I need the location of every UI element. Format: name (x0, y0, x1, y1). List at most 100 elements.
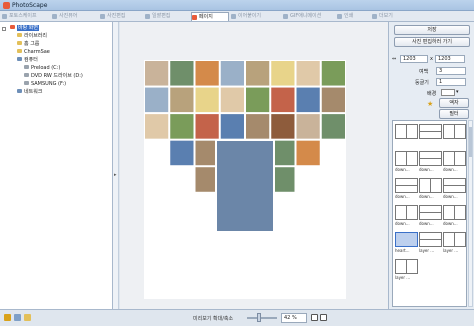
photo-tile[interactable] (296, 140, 320, 166)
margin-field[interactable]: 3 (436, 67, 466, 75)
layout-label: heart... (395, 248, 410, 253)
photo-tile[interactable] (321, 61, 345, 86)
fit-icon[interactable] (311, 314, 318, 321)
photo-tile[interactable] (296, 87, 320, 113)
layout-thumbnail[interactable]: layer ... (395, 259, 418, 281)
status-bar: 미리보기 확대/축소 42 % (0, 309, 474, 326)
width-field[interactable]: 1203 (400, 55, 428, 63)
tree-item[interactable]: 컴퓨터 (17, 57, 38, 64)
tab-6[interactable]: 이어붙이기 (231, 12, 281, 21)
layout-template-list[interactable]: down... down... down... down... down... down.… (392, 120, 467, 307)
main-photo-tile[interactable] (215, 139, 275, 233)
tab-7[interactable]: GIF애니메이션 (283, 12, 335, 21)
photo-tile[interactable] (170, 114, 194, 139)
layout-thumbnail[interactable]: down... (443, 205, 466, 227)
layout-thumbnail[interactable] (419, 124, 442, 146)
photo-tile[interactable] (321, 114, 345, 139)
tab-label: 사진뷰어 (59, 13, 78, 19)
photo-tile[interactable] (271, 114, 295, 139)
photo-tile[interactable] (170, 140, 194, 166)
layout-preview (395, 205, 418, 220)
layout-scrollbar[interactable] (468, 120, 473, 307)
folder-icon[interactable] (24, 314, 31, 321)
heart-photo-collage[interactable] (144, 60, 346, 299)
photo-tile[interactable] (321, 87, 345, 113)
layout-preview (419, 178, 442, 193)
collapse-arrow-icon[interactable]: ▸ (114, 172, 117, 178)
chevron-down-icon[interactable]: ▾ (456, 89, 459, 95)
photo-tile[interactable] (145, 114, 169, 139)
photo-tile[interactable] (170, 61, 194, 86)
layout-thumbnail[interactable]: down... (395, 151, 418, 173)
photo-tile[interactable] (271, 61, 295, 86)
layout-label: layer ... (419, 248, 435, 253)
tab-1[interactable]: 포토스케이프 (2, 12, 50, 21)
tree-item[interactable]: DVD RW 드라이브 (D:) (24, 73, 83, 80)
layout-thumbnail[interactable]: down... (419, 151, 442, 173)
photo-tile[interactable] (195, 114, 219, 139)
layout-preview (395, 124, 418, 139)
pane-splitter[interactable]: ▸ (113, 22, 119, 312)
photo-tile[interactable] (220, 87, 244, 113)
photo-tile[interactable] (195, 87, 219, 113)
zoom-slider[interactable] (247, 317, 277, 319)
zoom-slider-thumb[interactable] (257, 313, 261, 322)
photo-tile[interactable] (195, 61, 219, 86)
layout-thumbnail[interactable]: heart... (395, 232, 418, 254)
height-field[interactable]: 1203 (435, 55, 465, 63)
tree-item[interactable]: Preload (C:) (24, 65, 60, 72)
layout-thumbnail[interactable]: layer ... (443, 232, 466, 254)
tab-2[interactable]: 사진뷰어 (52, 12, 98, 21)
layout-thumbnail[interactable] (395, 124, 418, 146)
tree-item[interactable]: 네트워크 (17, 89, 42, 96)
photo-tile[interactable] (296, 114, 320, 139)
filter-button[interactable]: 필터 (439, 109, 469, 119)
layout-label: layer ... (395, 275, 411, 280)
tab-5[interactable]: 페이지 (191, 12, 229, 21)
star-icon[interactable] (4, 314, 11, 321)
layout-thumbnail[interactable]: down... (395, 205, 418, 227)
photo-tile[interactable] (170, 87, 194, 113)
times-sign: x (430, 56, 433, 62)
photo-tile[interactable] (220, 114, 244, 139)
tree-item-label: SAMSUNG (F:) (31, 81, 67, 87)
tab-8[interactable]: 인쇄 (337, 12, 370, 21)
tree-item[interactable]: 라이브러리 (17, 33, 47, 40)
layout-thumbnail[interactable]: down... (443, 178, 466, 200)
tab-4[interactable]: 일괄편집 (145, 12, 189, 21)
layout-thumbnail[interactable]: layer ... (419, 232, 442, 254)
tree-item-label: 바탕 화면 (17, 25, 39, 31)
save-button[interactable]: 저장 (394, 25, 470, 35)
scrollbar-thumb[interactable] (469, 127, 472, 157)
tab-3[interactable]: 사진편집 (100, 12, 143, 21)
background-color-swatch[interactable] (441, 89, 455, 96)
frame-button[interactable]: 액자 (439, 98, 469, 108)
actual-size-icon[interactable] (320, 314, 327, 321)
layout-thumbnail[interactable]: down... (443, 151, 466, 173)
refresh-icon[interactable] (14, 314, 21, 321)
collapse-icon[interactable] (2, 27, 6, 31)
tree-item[interactable]: 홈 그룹 (17, 41, 39, 48)
layout-thumbnail[interactable]: down... (395, 178, 418, 200)
tab-9[interactable]: 더보기 (372, 12, 402, 21)
photo-tile[interactable] (220, 61, 244, 86)
tree-item[interactable]: CharmSae (17, 49, 50, 56)
photo-tile[interactable] (296, 61, 320, 86)
photo-tile[interactable] (246, 87, 270, 113)
radius-field[interactable]: 1 (436, 78, 466, 86)
layout-thumbnail[interactable]: down... (419, 205, 442, 227)
photo-tile[interactable] (246, 114, 270, 139)
edit-photo-button[interactable]: 사진 편집하러 가기 (394, 37, 470, 47)
layout-thumbnail[interactable] (443, 124, 466, 146)
layout-label: down... (395, 221, 410, 226)
photo-tile[interactable] (145, 87, 169, 113)
tree-item-label: 네트워크 (24, 89, 43, 95)
tree-item[interactable]: 바탕 화면 (10, 25, 39, 32)
photo-tile[interactable] (145, 61, 169, 86)
photo-tile[interactable] (246, 61, 270, 86)
photo-tile[interactable] (271, 87, 295, 113)
page-canvas[interactable] (144, 60, 346, 299)
layout-thumbnail[interactable]: down... (419, 178, 442, 200)
tab-label: 사진편집 (107, 13, 126, 19)
tree-item[interactable]: SAMSUNG (F:) (24, 81, 66, 88)
